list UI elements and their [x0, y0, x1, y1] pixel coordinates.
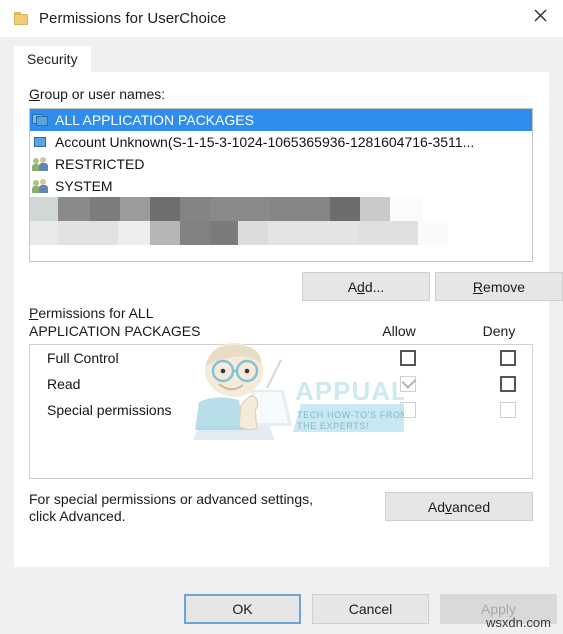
ok-button[interactable]: OK — [184, 594, 301, 624]
deny-column-header: Deny — [482, 323, 516, 339]
tab-security[interactable]: Security — [14, 46, 91, 72]
read-allow-checkbox[interactable] — [400, 374, 417, 392]
list-item[interactable]: RESTRICTED — [30, 153, 532, 175]
group-or-user-names-label: Group or user names: — [29, 86, 166, 102]
special-permissions-allow-checkbox — [400, 402, 416, 418]
list-item[interactable]: ALL APPLICATION PACKAGES — [30, 109, 532, 131]
permissions-list: Full Control Read Special permissions — [29, 344, 533, 479]
permissions-for-line2: APPLICATION PACKAGES — [29, 323, 201, 339]
remove-button-tail: emove — [483, 278, 526, 295]
apply-button: Apply — [440, 594, 557, 624]
permissions-for-line1: Permissions for ALL — [29, 305, 154, 321]
permission-label: Special permissions — [47, 402, 172, 418]
list-item-label: ALL APPLICATION PACKAGES — [55, 112, 254, 128]
close-icon[interactable] — [517, 0, 563, 30]
list-item-label: Account Unknown(S-1-15-3-1024-1065365936… — [55, 134, 475, 150]
title-bar: Permissions for UserChoice — [0, 0, 563, 37]
group-user-list[interactable]: ALL APPLICATION PACKAGES Account Unknown… — [29, 108, 533, 262]
add-button[interactable]: Add... — [302, 272, 430, 301]
advanced-note: For special permissions or advanced sett… — [29, 491, 329, 525]
advanced-note-line1: For special permissions or advanced sett… — [29, 491, 314, 507]
permissions-for-label: Permissions for ALL APPLICATION PACKAGES — [29, 304, 289, 340]
list-item-redacted[interactable] — [30, 197, 532, 221]
permission-row: Special permissions — [30, 397, 532, 423]
full-control-allow-checkbox[interactable] — [400, 350, 416, 366]
list-item[interactable]: Account Unknown(S-1-15-3-1024-1065365936… — [30, 131, 532, 153]
add-button-tail: d... — [364, 278, 385, 295]
group-label-rest: roup or user names: — [39, 86, 166, 102]
advanced-button-tail: anced — [451, 498, 491, 515]
user-group-icon — [32, 178, 50, 194]
user-group-icon — [32, 156, 50, 172]
tab-security-label: Security — [27, 51, 78, 67]
permissions-dialog: Permissions for UserChoice Security Grou… — [0, 0, 563, 634]
remove-button[interactable]: Remove — [435, 272, 563, 301]
window-title: Permissions for UserChoice — [39, 10, 227, 27]
special-permissions-deny-checkbox — [500, 402, 516, 418]
list-item[interactable]: SYSTEM — [30, 175, 532, 197]
read-deny-checkbox[interactable] — [500, 376, 516, 392]
list-item-redacted[interactable] — [30, 221, 532, 245]
list-item-label: RESTRICTED — [55, 156, 145, 172]
permission-row: Read — [30, 371, 532, 397]
advanced-button[interactable]: Advanced — [385, 492, 533, 521]
folder-icon — [14, 12, 29, 25]
full-control-deny-checkbox[interactable] — [500, 350, 516, 366]
app-package-icon — [32, 112, 50, 128]
list-item-label: SYSTEM — [55, 178, 113, 194]
permission-label: Full Control — [47, 350, 119, 366]
advanced-note-line2: click Advanced. — [29, 508, 126, 524]
security-tab-panel: Group or user names: ALL APPLICATION PAC… — [14, 72, 563, 567]
app-package-icon — [32, 134, 50, 150]
permission-row: Full Control — [30, 345, 532, 371]
cancel-button[interactable]: Cancel — [312, 594, 429, 624]
allow-column-header: Allow — [382, 323, 416, 339]
permission-label: Read — [47, 376, 81, 392]
tab-strip: Security — [0, 37, 563, 72]
dialog-button-bar: OK Cancel Apply — [0, 594, 563, 634]
